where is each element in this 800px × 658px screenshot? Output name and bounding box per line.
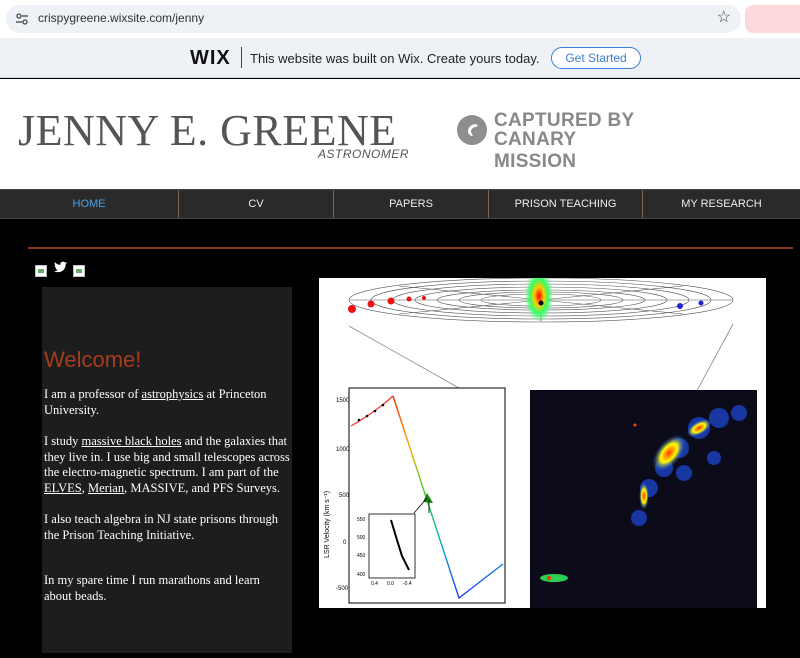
get-started-button[interactable]: Get Started	[551, 47, 641, 69]
hobbies-paragraph: In my spare time I run marathons and lea…	[44, 573, 260, 603]
bookmark-star-icon[interactable]: ☆	[717, 9, 731, 27]
twitter-icon[interactable]	[54, 261, 67, 273]
astrophysics-link[interactable]: astrophysics	[142, 387, 204, 401]
nav-prison-teaching[interactable]: PRISON TEACHING	[489, 190, 643, 218]
svg-text:-0.4: -0.4	[403, 581, 412, 587]
nav-my-research[interactable]: MY RESEARCH	[643, 190, 800, 218]
wix-banner: WIX This website was built on Wix. Creat…	[0, 38, 800, 78]
canary-mission-badge[interactable]: CAPTURED BY CANARY MISSION	[457, 110, 657, 172]
svg-text:500: 500	[339, 493, 350, 499]
badge-line-2: CANARY MISSION	[494, 129, 577, 172]
merian-link[interactable]: Merian	[88, 481, 124, 495]
elves-link[interactable]: ELVES	[44, 481, 82, 495]
url-text[interactable]: crispygreene.wixsite.com/jenny	[38, 11, 204, 25]
main-nav: HOME CV PAPERS PRISON TEACHING MY RESEAR…	[0, 189, 800, 219]
svg-text:1000: 1000	[336, 447, 350, 453]
divider-rule	[28, 247, 793, 249]
svg-text:LSR Velocity (km s⁻¹): LSR Velocity (km s⁻¹)	[324, 491, 331, 558]
research-figure-graphic: 1500 1000 500 0 -500 LSR Velocity (km s⁻…	[324, 270, 757, 608]
svg-text:500: 500	[357, 535, 366, 541]
research-paragraph: I study massive black holes and the gala…	[44, 434, 290, 495]
nav-cv[interactable]: CV	[179, 190, 334, 218]
site-settings-icon[interactable]	[15, 12, 29, 26]
svg-text:0.4: 0.4	[371, 581, 378, 587]
welcome-panel: Welcome! I am a professor of astrophysic…	[42, 287, 292, 653]
browser-chrome: crispygreene.wixsite.com/jenny ☆	[0, 0, 800, 38]
welcome-heading: Welcome!	[44, 347, 142, 372]
intro-paragraph: I am a professor of astrophysics at Prin…	[44, 387, 267, 417]
site-header: JENNY E. GREENE ASTRONOMER CAPTURED BY C…	[0, 79, 800, 189]
profile-button[interactable]	[745, 5, 800, 33]
address-bar[interactable]: crispygreene.wixsite.com/jenny ☆	[6, 5, 741, 33]
svg-text:0.0: 0.0	[387, 581, 394, 587]
teaching-paragraph: I also teach algebra in NJ state prisons…	[44, 512, 278, 542]
svg-text:0: 0	[343, 540, 347, 546]
social-image-icon[interactable]	[35, 265, 47, 277]
wix-banner-message: This website was built on Wix. Create yo…	[250, 51, 540, 66]
wix-logo[interactable]: WIX	[190, 47, 231, 70]
research-figure: 1500 1000 500 0 -500 LSR Velocity (km s⁻…	[319, 270, 766, 608]
nav-papers[interactable]: PAPERS	[334, 190, 489, 218]
wix-divider	[241, 47, 242, 68]
social-image-icon[interactable]	[73, 265, 85, 277]
svg-text:550: 550	[357, 517, 366, 523]
svg-text:1500: 1500	[336, 398, 350, 404]
svg-text:450: 450	[357, 553, 366, 559]
site-subtitle: ASTRONOMER	[318, 147, 410, 161]
svg-text:-500: -500	[336, 586, 349, 592]
massive-black-holes-link[interactable]: massive black holes	[82, 434, 182, 448]
page-content: Welcome! I am a professor of astrophysic…	[0, 219, 800, 658]
nav-home[interactable]: HOME	[0, 190, 179, 218]
bird-icon	[457, 115, 487, 145]
svg-text:400: 400	[357, 572, 366, 578]
